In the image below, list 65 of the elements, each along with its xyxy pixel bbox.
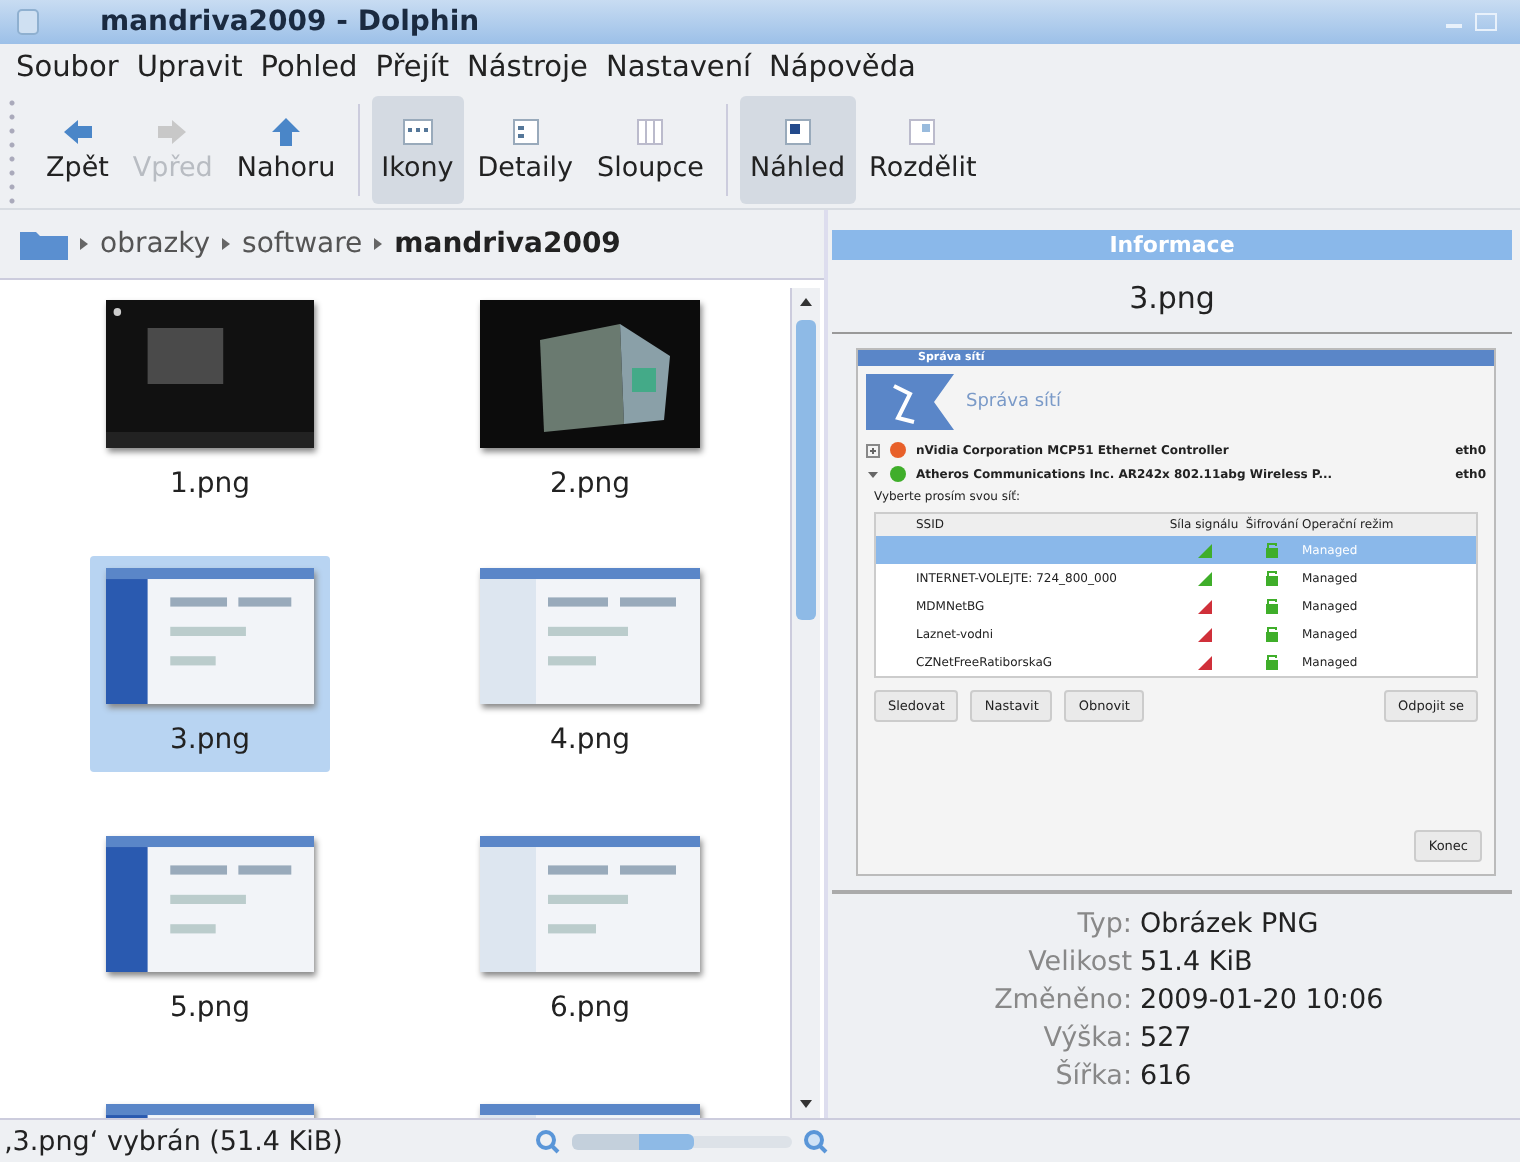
detail-label: Typ: xyxy=(1075,906,1134,942)
menu-item[interactable]: Přejít xyxy=(375,52,450,84)
left-arrow-icon xyxy=(59,116,96,148)
toolbar-button[interactable]: Detaily xyxy=(467,96,584,204)
split-view-icon xyxy=(904,116,941,148)
toolbar-button[interactable]: Zpět xyxy=(36,96,119,204)
expander-icon[interactable] xyxy=(866,467,880,481)
up-arrow-icon xyxy=(268,116,304,148)
zoom-in-icon[interactable] xyxy=(804,1129,828,1153)
separator-arrow-icon xyxy=(80,238,88,250)
file-name: 3.png xyxy=(832,260,1512,334)
separator-arrow-icon xyxy=(374,238,383,250)
toolbar-grip-icon[interactable] xyxy=(8,96,16,204)
lock-icon xyxy=(1266,570,1278,586)
app-icon xyxy=(16,8,40,36)
network-icon xyxy=(866,374,954,430)
detail-value: 527 xyxy=(1140,1020,1192,1056)
icon-grid-icon xyxy=(399,116,436,148)
file-item[interactable]: 2.png xyxy=(464,288,716,516)
scrollbar[interactable] xyxy=(790,288,820,1118)
zoom-slider[interactable] xyxy=(572,1135,792,1147)
detail-value: 616 xyxy=(1140,1058,1192,1094)
dialog-heading: Správa sítí xyxy=(966,392,1062,412)
lock-icon xyxy=(1266,542,1278,558)
detail-value: 51.4 KiB xyxy=(1140,944,1253,980)
file-item[interactable]: 5.png xyxy=(90,824,330,1040)
detail-value: Obrázek PNG xyxy=(1140,906,1319,942)
lock-icon xyxy=(1266,654,1278,670)
folder-icon[interactable] xyxy=(20,228,68,260)
expander-icon[interactable] xyxy=(866,443,880,457)
zoom-out-icon[interactable] xyxy=(536,1129,560,1153)
detail-label: Velikost xyxy=(1026,944,1134,980)
toolbar-button[interactable]: Nahoru xyxy=(226,96,346,204)
file-item[interactable]: 4.png xyxy=(464,556,716,772)
lock-icon xyxy=(1266,626,1278,642)
status-text: ‚3.png‘ vybrán (51.4 KiB) xyxy=(4,1125,345,1157)
toolbar-button[interactable]: Sloupce xyxy=(587,96,714,204)
file-item[interactable]: 3.png xyxy=(90,556,330,772)
menu-item[interactable]: Pohled xyxy=(260,52,358,84)
breadcrumb-item[interactable]: software xyxy=(242,228,363,260)
menu-item[interactable]: Nastavení xyxy=(605,52,752,84)
toolbar-button[interactable]: Rozdělit xyxy=(859,96,987,204)
lock-icon xyxy=(1266,598,1278,614)
detail-label: Výška: xyxy=(1041,1020,1134,1056)
preview-icon xyxy=(779,116,816,148)
scrollbar-thumb[interactable] xyxy=(796,320,816,620)
window-title: mandriva2009 - Dolphin xyxy=(100,6,480,38)
menu-item[interactable]: Nápověda xyxy=(769,52,916,84)
columns-icon xyxy=(632,116,669,148)
panel-header: Informace xyxy=(832,230,1512,260)
detail-label: Šířka: xyxy=(1053,1058,1134,1094)
toolbar-button[interactable]: Náhled xyxy=(739,96,856,204)
breadcrumb-item[interactable]: mandriva2009 xyxy=(394,228,621,260)
menu-item[interactable]: Soubor xyxy=(16,52,119,84)
detail-label: Změněno: xyxy=(992,982,1134,1018)
menu-item[interactable]: Nástroje xyxy=(467,52,588,84)
file-item[interactable]: 1.png xyxy=(90,288,330,516)
menu-item[interactable]: Upravit xyxy=(136,52,243,84)
breadcrumb-item[interactable]: obrazky xyxy=(100,228,211,260)
toolbar-button[interactable]: Ikony xyxy=(371,96,464,204)
right-arrow-icon xyxy=(154,116,191,148)
file-item[interactable]: 6.png xyxy=(464,824,716,1040)
list-icon xyxy=(507,116,544,148)
detail-value: 2009-01-20 10:06 xyxy=(1140,982,1384,1018)
separator-arrow-icon xyxy=(222,238,231,250)
